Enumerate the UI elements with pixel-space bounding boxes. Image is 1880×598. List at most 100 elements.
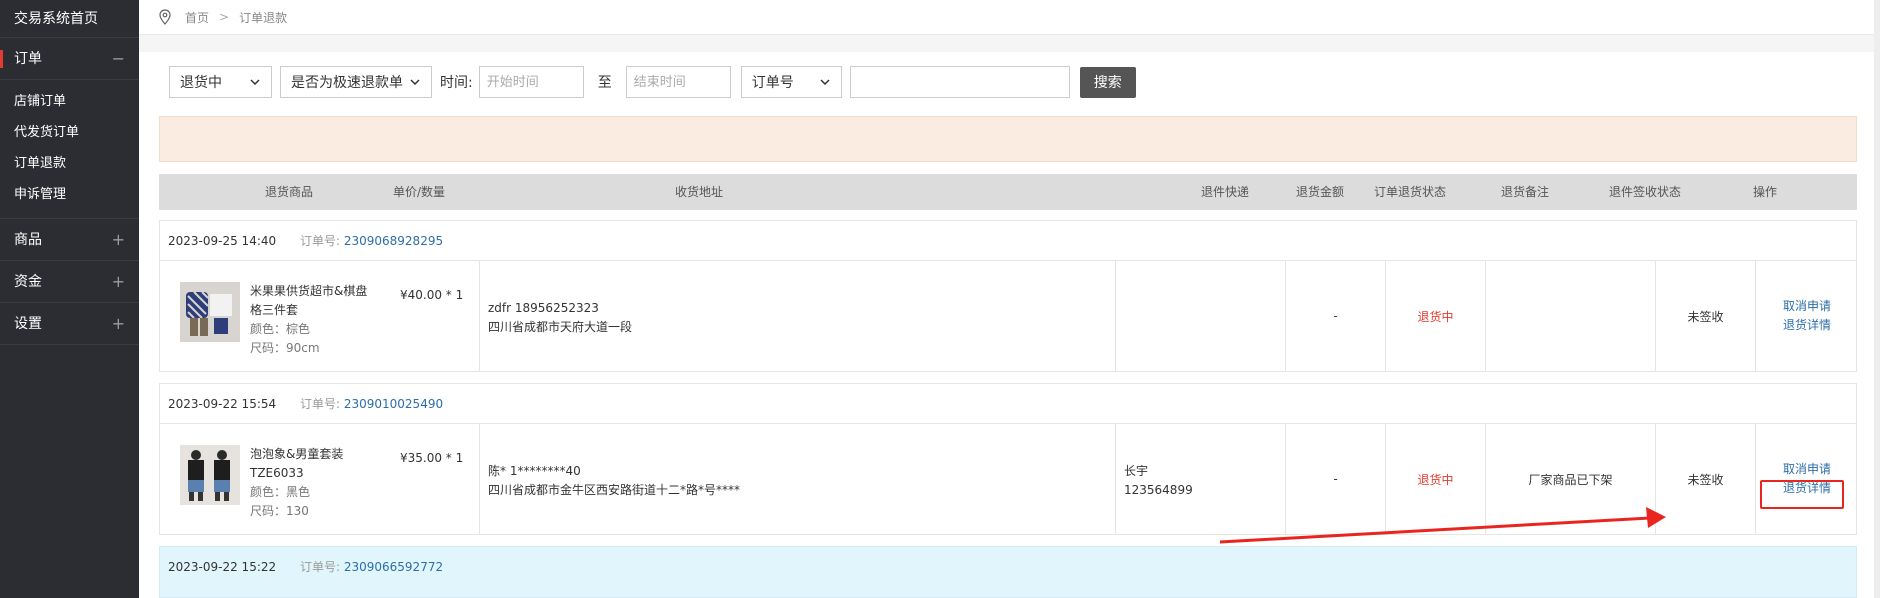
main-content: 首页 > 订单退款 退货中 是否为极速退款单 时间: 至 订单: [139, 0, 1880, 598]
select-value: 是否为极速退款单: [291, 75, 403, 91]
col-header-operation: 操作: [1752, 185, 1777, 199]
receiver-address: 四川省成都市金牛区西安路街道十二*路*号****: [488, 483, 741, 497]
select-value: 订单号: [751, 75, 794, 91]
address-cell: 陈* 1********40 四川省成都市金牛区西安路街道十二*路*号****: [480, 424, 1116, 534]
sidebar-group-orders[interactable]: 订单 −: [0, 38, 139, 80]
col-header-refund-status: 订单退货状态: [1373, 185, 1446, 199]
sidebar-submenu-orders: 店铺订单 代发货订单 订单退款 申诉管理: [0, 80, 139, 219]
breadcrumb-current: 订单退款: [239, 10, 288, 25]
start-time-input[interactable]: [478, 66, 584, 98]
refund-remark: [1486, 261, 1656, 371]
search-input[interactable]: [849, 66, 1070, 98]
col-header-amount: 退货金额: [1295, 185, 1344, 199]
chevron-down-icon: [820, 79, 830, 86]
expand-icon[interactable]: +: [112, 219, 125, 261]
order-date: 2023-09-25 14:40: [168, 234, 277, 248]
end-time-input[interactable]: [625, 66, 731, 98]
search-button[interactable]: 搜索: [1079, 66, 1136, 98]
price-quantity: ¥35.00 * 1: [400, 451, 464, 465]
sign-status: 未签收: [1656, 261, 1756, 371]
product-image: [180, 282, 240, 342]
col-header-address: 收货地址: [674, 185, 723, 199]
refund-status: 退货中: [1386, 261, 1486, 371]
order-card: 2023-09-22 15:22 订单号: 2309066592772: [159, 546, 1857, 598]
refund-detail-link[interactable]: 退货详情: [1783, 316, 1831, 335]
breadcrumb-home-link[interactable]: 首页: [185, 9, 209, 26]
sidebar-group-funds[interactable]: 资金 +: [0, 261, 139, 303]
refund-detail-link[interactable]: 退货详情: [1783, 479, 1831, 498]
col-header-price-qty: 单价/数量: [392, 185, 446, 199]
product-size: 尺码：90cm: [250, 341, 320, 355]
order-row: 米果果供货超市&棋盘格三件套 颜色：棕色 尺码：90cm ¥40.00 * 1 …: [160, 261, 1856, 371]
refund-status: 退货中: [1386, 424, 1486, 534]
product-cell: 米果果供货超市&棋盘格三件套 颜色：棕色 尺码：90cm ¥40.00 * 1: [160, 261, 480, 371]
vertical-scrollbar[interactable]: [1874, 0, 1880, 598]
express-cell: 长宇 123564899: [1116, 424, 1286, 534]
order-card: 2023-09-25 14:40 订单号: 2309068928295 米果果供…: [159, 220, 1857, 372]
col-header-product: 退货商品: [264, 185, 313, 199]
order-header: 2023-09-22 15:22 订单号: 2309066592772: [160, 547, 1856, 587]
cancel-request-link[interactable]: 取消申请: [1783, 297, 1831, 316]
breadcrumb-separator: >: [219, 10, 230, 24]
sidebar-group-label: 设置: [14, 316, 42, 332]
sidebar-group-label: 商品: [14, 232, 42, 248]
product-name[interactable]: 米果果供货超市&棋盘格三件套: [250, 282, 370, 320]
product-color: 颜色：黑色: [250, 485, 311, 499]
product-image: [180, 445, 240, 505]
product-info: 泡泡象&男童套装TZE6033 颜色：黑色 尺码：130: [250, 445, 370, 521]
price-quantity: ¥40.00 * 1: [400, 288, 464, 302]
order-header: 2023-09-25 14:40 订单号: 2309068928295: [160, 221, 1856, 261]
order-row: 泡泡象&男童套装TZE6033 颜色：黑色 尺码：130 ¥35.00 * 1 …: [160, 424, 1856, 534]
express-cell: [1116, 261, 1286, 371]
operations-cell: 取消申请 退货详情: [1756, 424, 1858, 534]
expand-icon[interactable]: +: [112, 303, 125, 345]
time-label: 时间:: [440, 75, 473, 91]
order-header: 2023-09-22 15:54 订单号: 2309010025490: [160, 384, 1856, 424]
refund-remark: 厂家商品已下架: [1486, 424, 1656, 534]
order-number-link[interactable]: 2309066592772: [344, 560, 443, 574]
receiver-name-phone: 陈* 1********40: [488, 464, 581, 478]
select-value: 退货中: [180, 75, 222, 91]
sidebar-home-link[interactable]: 交易系统首页: [0, 0, 139, 38]
product-color: 颜色：棕色: [250, 322, 311, 336]
order-number-label: 订单号:: [299, 397, 341, 411]
order-number-link[interactable]: 2309010025490: [344, 397, 443, 411]
sidebar-item-order-refund[interactable]: 订单退款: [0, 148, 139, 179]
notice-banner: [159, 116, 1857, 162]
col-header-express: 退件快递: [1200, 185, 1249, 199]
order-number-select[interactable]: 订单号: [740, 66, 842, 98]
product-thumbnail[interactable]: [180, 445, 240, 505]
sign-status: 未签收: [1656, 424, 1756, 534]
expand-icon[interactable]: +: [112, 261, 125, 303]
col-header-sign-status: 退件签收状态: [1608, 185, 1681, 199]
express-company: 长宇: [1124, 464, 1149, 478]
product-cell: 泡泡象&男童套装TZE6033 颜色：黑色 尺码：130 ¥35.00 * 1: [160, 424, 480, 534]
refund-status-select[interactable]: 退货中: [169, 66, 272, 98]
operations-cell: 取消申请 退货详情: [1756, 261, 1858, 371]
receiver-name-phone: zdfr 18956252323: [488, 301, 599, 315]
chevron-down-icon: [410, 79, 420, 86]
order-date: 2023-09-22 15:22: [168, 560, 277, 574]
sidebar-group-settings[interactable]: 设置 +: [0, 303, 139, 345]
product-name[interactable]: 泡泡象&男童套装TZE6033: [250, 445, 370, 483]
refund-panel: 退货中 是否为极速退款单 时间: 至 订单号 搜索: [139, 52, 1880, 598]
refund-amount: -: [1286, 261, 1386, 371]
sidebar-group-label: 资金: [14, 274, 42, 290]
sidebar-group-products[interactable]: 商品 +: [0, 219, 139, 261]
sidebar-item-store-orders[interactable]: 店铺订单: [0, 86, 139, 117]
order-number-link[interactable]: 2309068928295: [344, 234, 443, 248]
cancel-request-link[interactable]: 取消申请: [1783, 460, 1831, 479]
order-number-label: 订单号:: [299, 234, 341, 248]
order-card: 2023-09-22 15:54 订单号: 2309010025490 泡泡象&…: [159, 383, 1857, 535]
sidebar-group-label: 订单: [14, 51, 42, 67]
fast-refund-select[interactable]: 是否为极速退款单: [280, 66, 432, 98]
sidebar-item-dropship-orders[interactable]: 代发货订单: [0, 117, 139, 148]
product-thumbnail[interactable]: [180, 282, 240, 342]
address-cell: zdfr 18956252323 四川省成都市天府大道一段: [480, 261, 1116, 371]
refund-amount: -: [1286, 424, 1386, 534]
order-date: 2023-09-22 15:54: [168, 397, 277, 411]
sidebar-item-appeals[interactable]: 申诉管理: [0, 179, 139, 210]
collapse-icon[interactable]: −: [112, 38, 125, 80]
sidebar: 交易系统首页 订单 − 店铺订单 代发货订单 订单退款 申诉管理 商品 + 资金…: [0, 0, 139, 598]
express-number: 123564899: [1124, 483, 1193, 497]
